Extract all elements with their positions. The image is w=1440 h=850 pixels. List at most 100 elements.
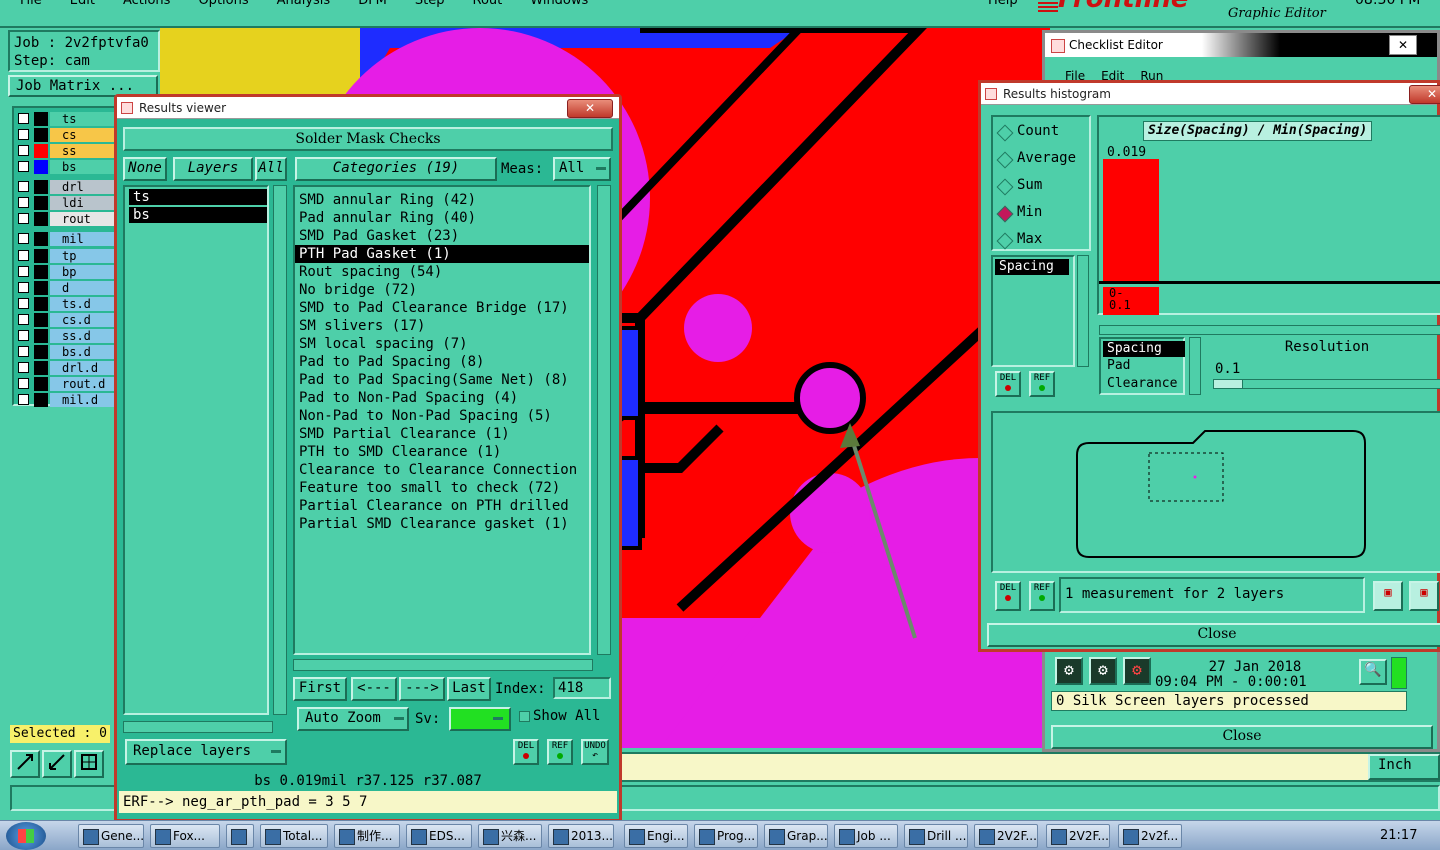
- layer-list[interactable]: ts cs ss bs drl ldi rout mil tp bp d ts.d cs.d ss.d bs…: [12, 106, 116, 407]
- category-item[interactable]: Partial SMD Clearance gasket (1): [295, 515, 589, 533]
- mode-radio-sum[interactable]: Sum: [993, 177, 1089, 197]
- index-field[interactable]: 418: [553, 677, 611, 699]
- taskbar-item[interactable]: Job ...: [834, 824, 898, 848]
- layer-row-rout.d[interactable]: rout.d: [14, 377, 116, 391]
- taskbar-item[interactable]: 2v2f...: [1118, 824, 1182, 848]
- tool-zoom-button[interactable]: [10, 750, 40, 778]
- layer-results-list[interactable]: ts bs: [123, 185, 269, 715]
- ref-button[interactable]: REF: [547, 739, 573, 765]
- layer-row-ss[interactable]: ss: [14, 144, 116, 158]
- category-item[interactable]: SMD annular Ring (42): [295, 191, 589, 209]
- taskbar-item[interactable]: Engi...: [624, 824, 688, 848]
- none-button[interactable]: None: [123, 157, 167, 181]
- category-item[interactable]: Pad to Pad Spacing (8): [295, 353, 589, 371]
- histogram-bar[interactable]: [1103, 159, 1159, 281]
- ref-button[interactable]: REF: [1029, 371, 1055, 397]
- close-icon[interactable]: ✕: [1409, 85, 1440, 104]
- units-button[interactable]: Inch: [1368, 754, 1440, 780]
- category-item[interactable]: Pad to Pad Spacing(Same Net) (8): [295, 371, 589, 389]
- radio-icon[interactable]: [996, 124, 1014, 142]
- category-list[interactable]: SMD annular Ring (42) Pad annular Ring (4…: [293, 185, 591, 655]
- menu-edit[interactable]: Edit: [70, 0, 95, 9]
- tool-run2-icon[interactable]: ⚙: [1089, 657, 1117, 685]
- ref-button[interactable]: REF: [1029, 581, 1055, 611]
- all-button[interactable]: All: [255, 157, 287, 181]
- menu-windows[interactable]: Windows: [530, 0, 588, 9]
- layer-checkbox[interactable]: [18, 213, 29, 224]
- layer-checkbox[interactable]: [18, 394, 29, 405]
- category-item[interactable]: Non-Pad to Non-Pad Spacing (5): [295, 407, 589, 425]
- checklist-close-button[interactable]: Close: [1051, 725, 1433, 749]
- undo-button[interactable]: UNDO ↶: [581, 739, 609, 765]
- layer-row-mil.d[interactable]: mil.d: [14, 393, 116, 407]
- layer-row-mil[interactable]: mil: [14, 232, 116, 246]
- taskbar-item[interactable]: 兴森...: [478, 824, 542, 848]
- layer-row-bs.d[interactable]: bs.d: [14, 345, 116, 359]
- layer-row-ts.d[interactable]: ts.d: [14, 297, 116, 311]
- layer-checkbox[interactable]: [18, 378, 29, 389]
- category-scrollbar[interactable]: [597, 185, 611, 655]
- next-button[interactable]: --->: [399, 677, 445, 701]
- menu-options[interactable]: Options: [198, 0, 248, 9]
- taskbar-item[interactable]: Grap...: [764, 824, 828, 848]
- taskbar-item[interactable]: EDS...: [406, 824, 472, 848]
- layer-checkbox[interactable]: [18, 362, 29, 373]
- layer-row-ldi[interactable]: ldi: [14, 196, 116, 210]
- layer-row-drl.d[interactable]: drl.d: [14, 361, 116, 375]
- taskbar-item[interactable]: Gene...: [78, 824, 144, 848]
- radio-icon[interactable]: [996, 178, 1014, 196]
- categories-button[interactable]: Categories (19): [295, 157, 497, 181]
- layer-checkbox[interactable]: [18, 266, 29, 277]
- category-item[interactable]: SMD Pad Gasket (23): [295, 227, 589, 245]
- tool-stop-icon[interactable]: ⚙: [1123, 657, 1151, 685]
- category-item[interactable]: SM slivers (17): [295, 317, 589, 335]
- layer-checkbox[interactable]: [18, 298, 29, 309]
- menu-dfm[interactable]: DFM: [358, 0, 387, 9]
- layer-checkbox[interactable]: [18, 233, 29, 244]
- layer-checkbox[interactable]: [18, 197, 29, 208]
- list-item[interactable]: Clearance: [1103, 375, 1181, 393]
- mode-radio-max[interactable]: Max: [993, 231, 1089, 251]
- auto-zoom-dropdown[interactable]: Auto Zoom: [297, 707, 409, 731]
- menu-step[interactable]: Step: [415, 0, 445, 9]
- layer-row-ts[interactable]: ts: [14, 112, 116, 126]
- layer-row-tp[interactable]: tp: [14, 249, 116, 263]
- layer-checkbox[interactable]: [18, 330, 29, 341]
- checklist-titlebar[interactable]: Checklist Editor ✕: [1045, 33, 1437, 57]
- layer-row-rout[interactable]: rout: [14, 212, 116, 226]
- menu-rout[interactable]: Rout: [473, 0, 503, 9]
- taskbar-item[interactable]: 2V2F...: [1046, 824, 1110, 848]
- layers-button[interactable]: Layers: [173, 157, 253, 181]
- replace-layers-dropdown[interactable]: Replace layers: [125, 739, 287, 765]
- list-item[interactable]: Pad: [1103, 357, 1181, 375]
- menu-actions[interactable]: Actions: [123, 0, 171, 9]
- category-item[interactable]: Pad annular Ring (40): [295, 209, 589, 227]
- layer-row-bp[interactable]: bp: [14, 265, 116, 279]
- slider-thumb[interactable]: [1214, 380, 1243, 388]
- chart-hscrollbar[interactable]: [1099, 325, 1440, 335]
- layer-checkbox[interactable]: [18, 145, 29, 156]
- layer-checkbox[interactable]: [18, 314, 29, 325]
- category-item[interactable]: SMD Partial Clearance (1): [295, 425, 589, 443]
- show-all-checkbox[interactable]: [519, 711, 530, 722]
- layer-checkbox[interactable]: [18, 129, 29, 140]
- del-button[interactable]: DEL: [995, 581, 1021, 611]
- category-item[interactable]: Pad to Non-Pad Spacing (4): [295, 389, 589, 407]
- category-hscrollbar[interactable]: [293, 659, 593, 671]
- layer-row-cs[interactable]: cs: [14, 128, 116, 142]
- category-list[interactable]: Spacing Pad Clearance: [1099, 337, 1185, 395]
- layer-row-drl[interactable]: drl: [14, 180, 116, 194]
- layer-checkbox[interactable]: [18, 161, 29, 172]
- mode-radio-min[interactable]: Min: [993, 204, 1089, 224]
- radio-icon[interactable]: [996, 205, 1014, 223]
- histogram-titlebar[interactable]: Results histogram ✕: [981, 83, 1440, 105]
- histogram-close-button[interactable]: Close: [987, 623, 1440, 647]
- meas-dropdown[interactable]: All: [553, 157, 611, 181]
- results-viewer-titlebar[interactable]: Results viewer ✕: [117, 97, 619, 119]
- radio-icon[interactable]: [996, 151, 1014, 169]
- layer-row-cs.d[interactable]: cs.d: [14, 313, 116, 327]
- category-item[interactable]: PTH to SMD Clearance (1): [295, 443, 589, 461]
- layer-list-scrollbar[interactable]: [273, 185, 287, 715]
- layer-row-d[interactable]: d: [14, 281, 116, 295]
- category-item[interactable]: SM local spacing (7): [295, 335, 589, 353]
